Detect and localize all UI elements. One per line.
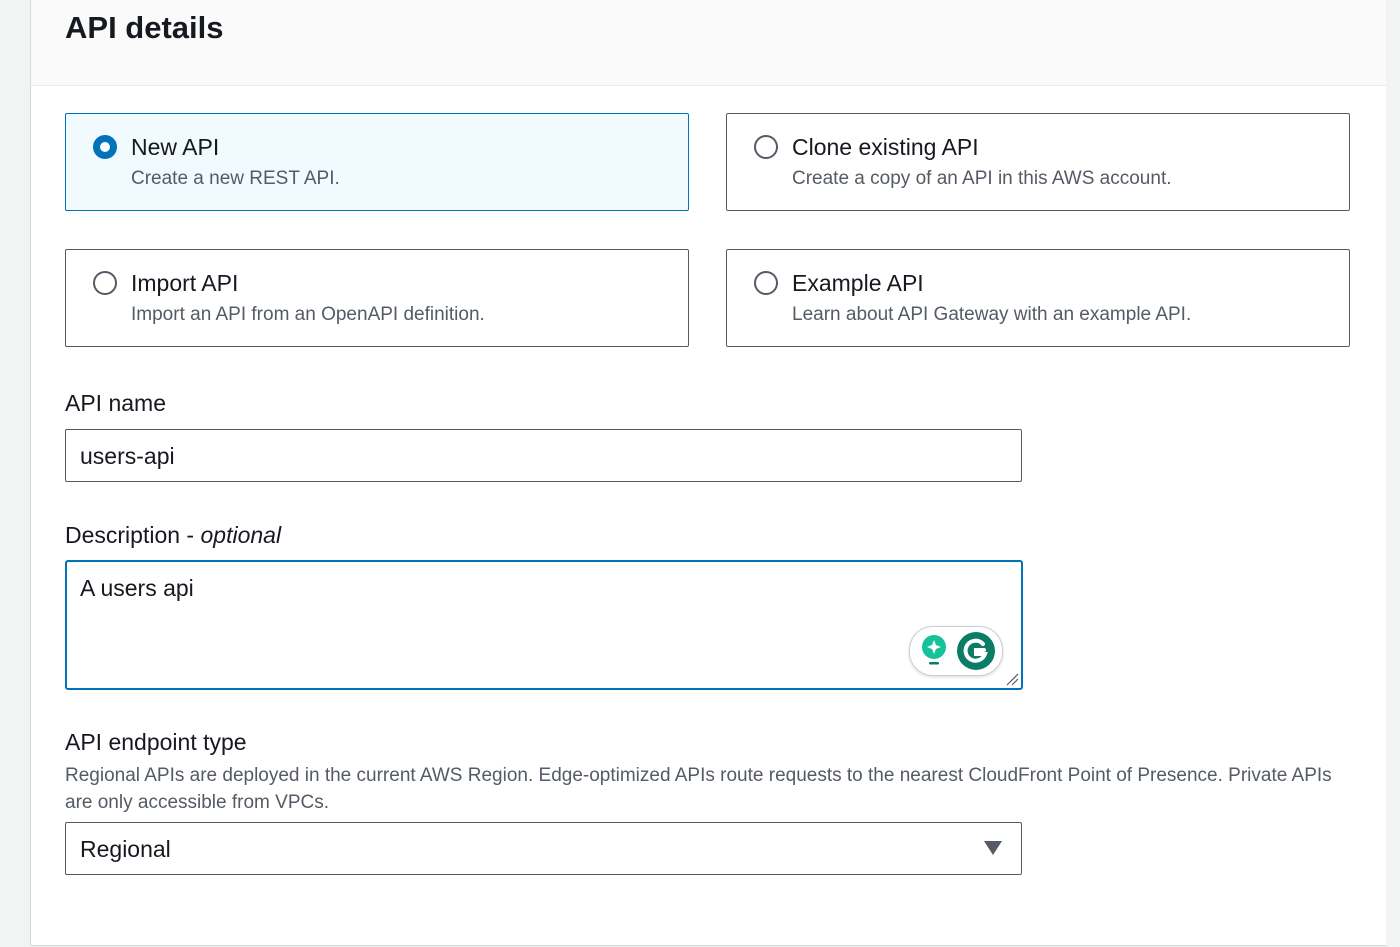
- optional-tag: optional: [200, 522, 282, 548]
- description-label-text: Description -: [65, 522, 195, 548]
- option-import-api[interactable]: Import API Import an API from an OpenAPI…: [65, 249, 689, 347]
- option-description: Create a new REST API.: [131, 168, 340, 189]
- resize-handle-icon[interactable]: [1005, 672, 1019, 686]
- panel-title: API details: [65, 10, 224, 45]
- api-name-value: users-api: [80, 443, 175, 469]
- description-textarea[interactable]: A users api: [65, 560, 1023, 690]
- option-new-api[interactable]: New API Create a new REST API.: [65, 113, 689, 211]
- endpoint-type-help: Regional APIs are deployed in the curren…: [65, 765, 1332, 813]
- radio-button-icon[interactable]: [754, 271, 778, 295]
- option-description: Create a copy of an API in this AWS acco…: [792, 168, 1172, 189]
- radio-button-icon[interactable]: [93, 135, 117, 159]
- radio-button-icon[interactable]: [754, 135, 778, 159]
- grammarly-widget[interactable]: [909, 626, 1003, 676]
- option-description: Import an API from an OpenAPI definition…: [131, 304, 485, 325]
- option-title: Example API: [792, 270, 924, 296]
- radio-button-icon[interactable]: [93, 271, 117, 295]
- endpoint-type-select[interactable]: Regional: [65, 822, 1022, 875]
- api-details-panel: API details New API Create a new REST AP…: [30, 0, 1388, 946]
- page-edge: [1386, 0, 1400, 947]
- panel-header: API details: [31, 0, 1387, 86]
- caret-down-icon: [984, 841, 1002, 855]
- description-value: A users api: [80, 575, 194, 601]
- option-example-api[interactable]: Example API Learn about API Gateway with…: [726, 249, 1350, 347]
- endpoint-type-value: Regional: [80, 836, 171, 862]
- option-description: Learn about API Gateway with an example …: [792, 304, 1192, 325]
- api-name-label: API name: [65, 390, 166, 416]
- option-clone-existing-api[interactable]: Clone existing API Create a copy of an A…: [726, 113, 1350, 211]
- description-label: Description - optional: [65, 520, 281, 550]
- option-title: Import API: [131, 270, 239, 296]
- grammarly-icon[interactable]: [957, 632, 995, 670]
- endpoint-type-label: API endpoint type: [65, 729, 247, 755]
- option-title: New API: [131, 134, 220, 160]
- lightbulb-icon[interactable]: [922, 635, 946, 665]
- option-title: Clone existing API: [792, 134, 979, 160]
- api-name-input[interactable]: users-api: [65, 429, 1022, 482]
